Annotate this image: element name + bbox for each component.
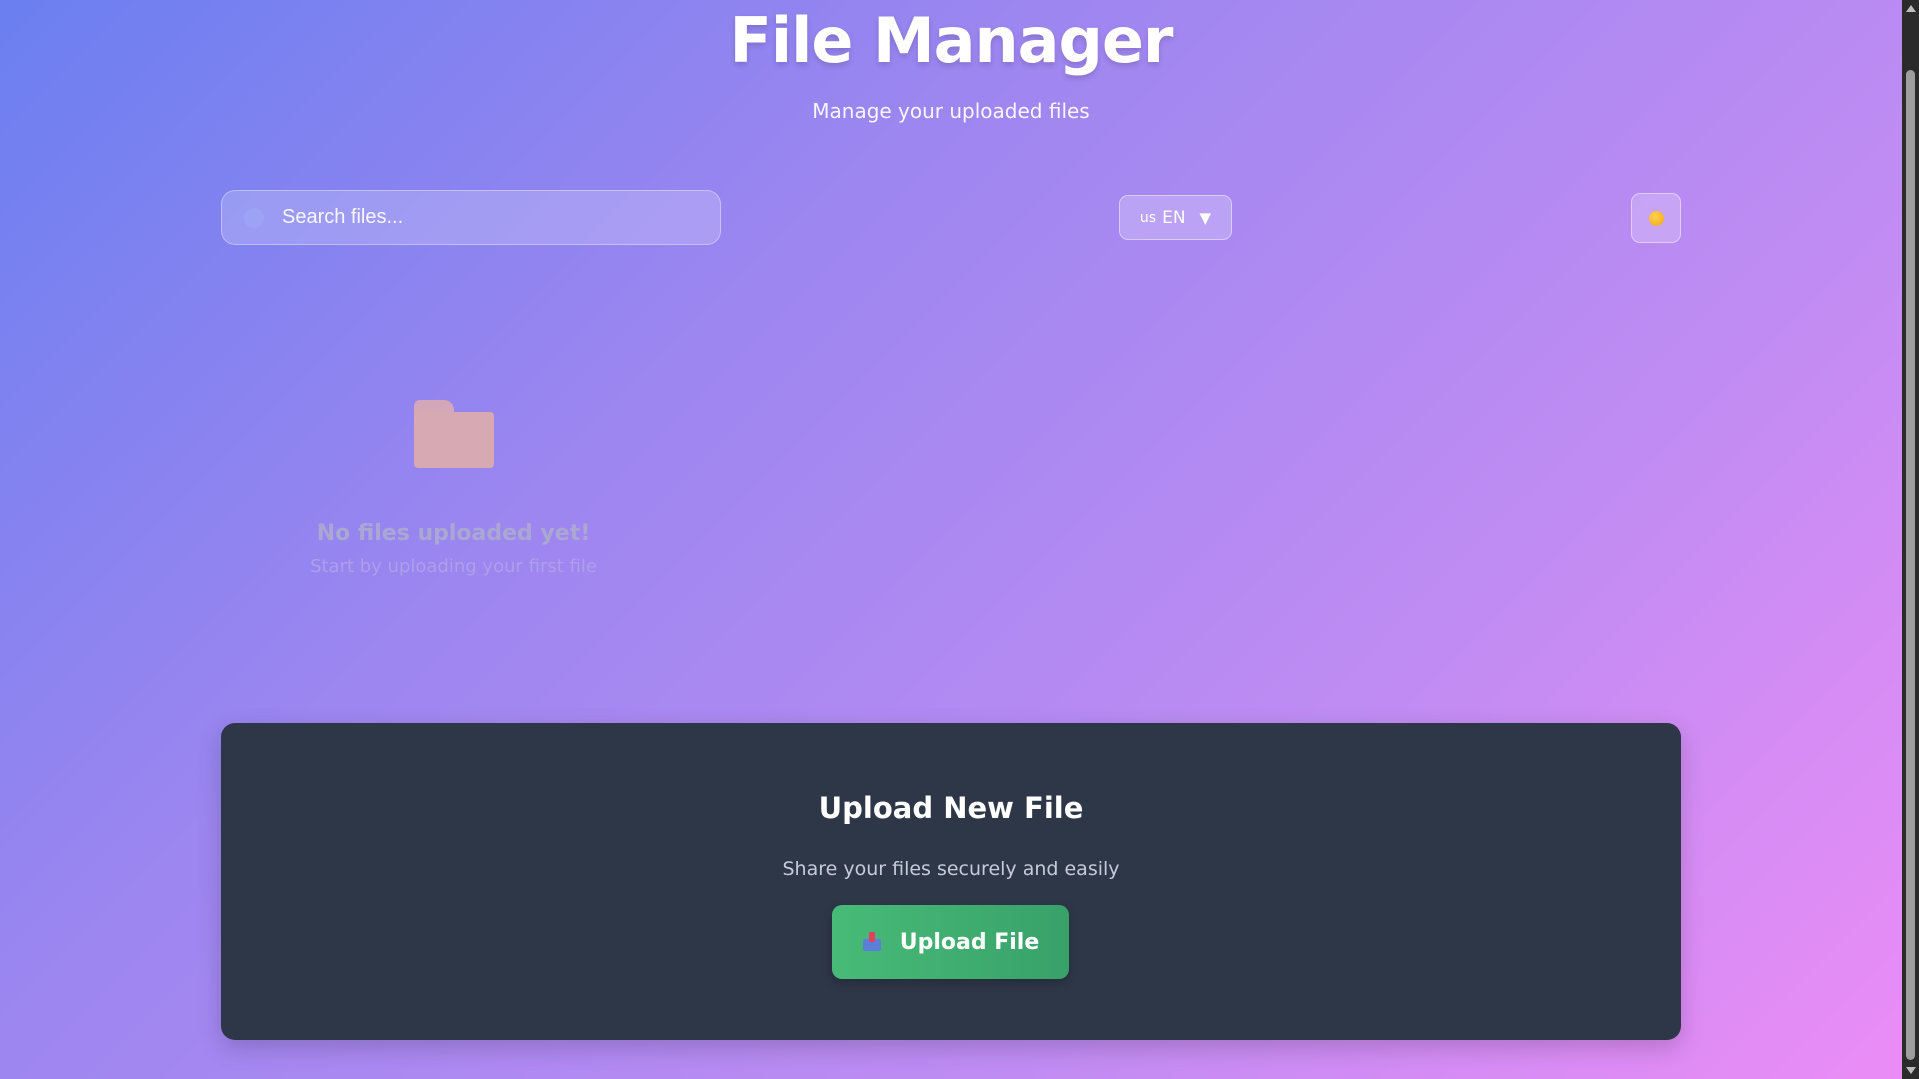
theme-toggle-button[interactable] — [1631, 193, 1681, 243]
empty-state: No files uploaded yet! Start by uploadin… — [221, 395, 686, 577]
scroll-up-arrow-icon[interactable] — [1906, 5, 1916, 12]
search-box — [221, 190, 721, 245]
language-select[interactable]: us EN ▼ — [1119, 195, 1232, 240]
upload-file-button[interactable]: Upload File — [832, 905, 1069, 979]
search-input[interactable] — [222, 191, 720, 244]
chevron-down-icon: ▼ — [1199, 208, 1212, 227]
scroll-down-arrow-icon[interactable] — [1906, 1067, 1916, 1074]
upload-card: Upload New File Share your files securel… — [221, 723, 1681, 1040]
language-code: EN — [1162, 207, 1186, 228]
sun-icon — [1648, 210, 1664, 226]
inbox-tray-icon — [862, 932, 882, 952]
folder-icon — [413, 395, 494, 473]
upload-title: Upload New File — [818, 791, 1084, 825]
page-title: File Manager — [729, 4, 1173, 77]
empty-state-subtitle: Start by uploading your first file — [310, 556, 597, 577]
flag-icon: us — [1139, 209, 1157, 226]
upload-subtitle: Share your files securely and easily — [782, 858, 1120, 880]
scrollbar-thumb[interactable] — [1906, 70, 1915, 1060]
page-subtitle: Manage your uploaded files — [812, 99, 1090, 123]
vertical-scrollbar[interactable] — [1902, 0, 1919, 1079]
upload-button-label: Upload File — [899, 929, 1040, 955]
page: File Manager Manage your uploaded files … — [0, 0, 1902, 1079]
empty-state-title: No files uploaded yet! — [316, 521, 591, 546]
